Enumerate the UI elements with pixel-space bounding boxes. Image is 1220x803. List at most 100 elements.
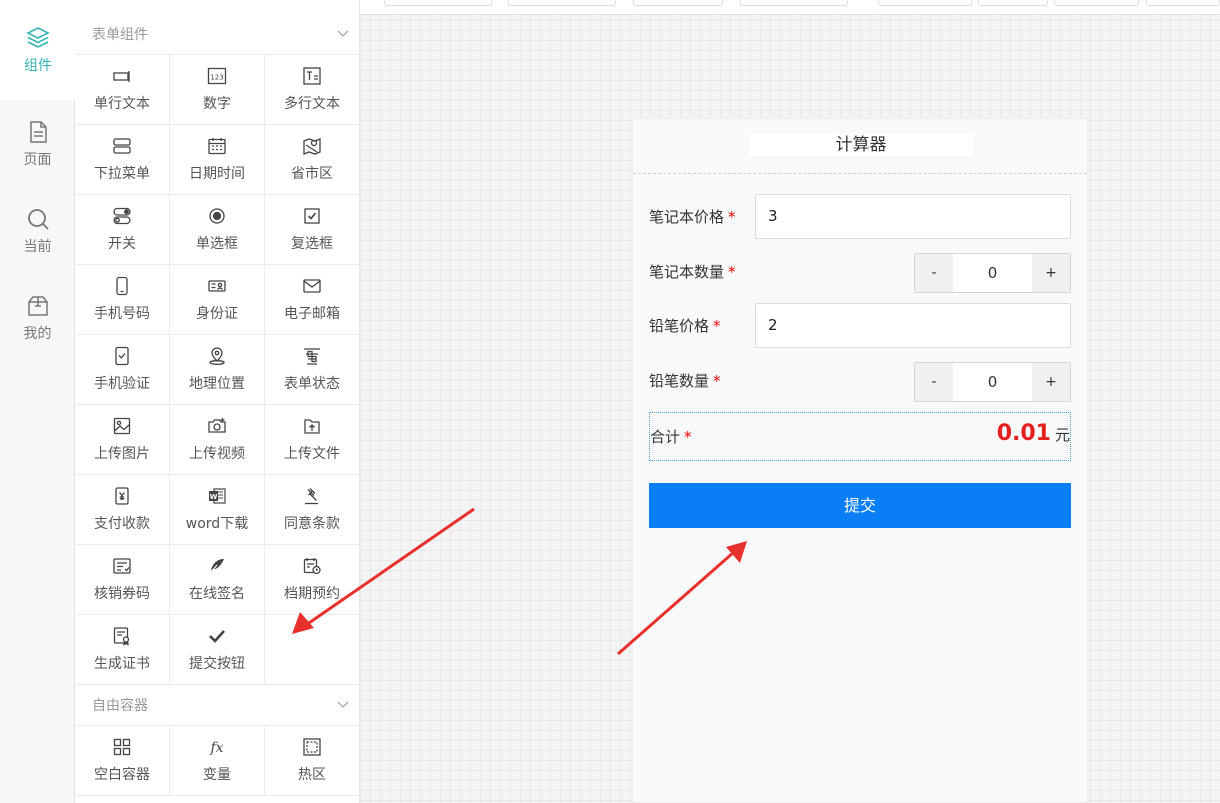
component-multi-line-text[interactable]: 多行文本 [265, 55, 359, 125]
component-image-upload[interactable]: 上传图片 [75, 405, 170, 475]
page-title[interactable]: 计算器 [749, 134, 973, 156]
component-location[interactable]: 地理位置 [170, 335, 265, 405]
plus-button[interactable]: + [1032, 363, 1070, 401]
coupon-icon [112, 556, 132, 576]
required-mark: * [713, 372, 721, 390]
component-coupon[interactable]: 核销券码 [75, 545, 170, 615]
camera-icon [207, 416, 227, 436]
component-label: 核销券码 [94, 586, 150, 602]
location-icon [207, 346, 227, 366]
component-schedule[interactable]: 档期预约 [265, 545, 359, 615]
component-mobile-verify[interactable]: 手机验证 [75, 335, 170, 405]
rail-item-components[interactable]: 组件 [0, 0, 76, 100]
mobile-icon [112, 276, 132, 296]
component-camera[interactable]: 上传视频 [170, 405, 265, 475]
component-number[interactable]: 123 数字 [170, 55, 265, 125]
component-calendar[interactable]: 日期时间 [170, 125, 265, 195]
total-field[interactable]: 合计 * 0.01 元 [649, 412, 1071, 461]
rail-item-current[interactable]: 当前 [0, 187, 75, 274]
pencil-qty-stepper[interactable]: - 0 + [914, 362, 1071, 402]
submit-button[interactable]: 提交 [649, 483, 1071, 528]
component-label: 在线签名 [189, 586, 245, 602]
component-gavel[interactable]: 同意条款 [265, 475, 359, 545]
toolbar-button[interactable] [508, 0, 616, 6]
component-email[interactable]: 电子邮箱 [265, 265, 359, 335]
component-payment[interactable]: 支付收款 [75, 475, 170, 545]
laptop-qty-stepper[interactable]: - 0 + [914, 253, 1071, 293]
required-mark: * [684, 428, 692, 446]
total-label-text: 合计 [650, 428, 681, 446]
single-line-text-icon [112, 66, 132, 86]
component-label: 支付收款 [94, 516, 150, 532]
component-panel: 表单组件 单行文本 123 数字 多行文本下拉菜单 日期时间 省市区开关 单选框 复选框手机号… [75, 0, 360, 803]
form-section-header[interactable]: 表单组件 [75, 17, 359, 51]
total-value: 0.01 [996, 421, 1051, 446]
top-toolbar [360, 0, 1220, 15]
pencil-price-label-text: 铅笔价格 [649, 317, 710, 335]
toolbar-button[interactable] [1054, 0, 1139, 6]
minus-button[interactable]: - [915, 254, 953, 292]
component-feather[interactable]: 在线签名 [170, 545, 265, 615]
laptop-qty-value[interactable]: 0 [953, 254, 1032, 292]
component-label: 开关 [108, 236, 136, 252]
id-card-icon [207, 276, 227, 296]
toolbar-button[interactable] [384, 0, 492, 6]
toolbar-button[interactable] [740, 0, 848, 6]
grid-icon [112, 737, 132, 757]
rail-item-page[interactable]: 页面 [0, 100, 75, 187]
component-checkbox[interactable]: 复选框 [265, 195, 359, 265]
component-switch[interactable]: 开关 [75, 195, 170, 265]
component-check[interactable]: 提交按钮 [170, 615, 265, 685]
component-label: 省市区 [291, 166, 333, 182]
component-single-line-text[interactable]: 单行文本 [75, 55, 170, 125]
component-dropdown[interactable]: 下拉菜单 [75, 125, 170, 195]
component-certificate[interactable]: 生成证书 [75, 615, 170, 685]
svg-text:W: W [210, 493, 218, 501]
component-label: 手机号码 [94, 306, 150, 322]
component-mobile[interactable]: 手机号码 [75, 265, 170, 335]
search-icon [27, 208, 49, 230]
laptop-qty-label: 笔记本数量 * [649, 261, 736, 282]
mobile-verify-icon [112, 346, 132, 366]
component-id-card[interactable]: 身份证 [170, 265, 265, 335]
component-label: word下载 [185, 516, 249, 532]
laptop-price-input[interactable]: 3 [755, 194, 1071, 239]
component-hotspot[interactable]: 热区 [265, 726, 359, 796]
toolbar-button[interactable] [978, 0, 1048, 6]
schedule-icon [302, 556, 322, 576]
component-label: 地理位置 [189, 376, 245, 392]
total-value-wrap: 0.01 元 [997, 421, 1070, 446]
toolbar-button[interactable] [633, 0, 723, 6]
toolbar-button[interactable] [878, 0, 972, 6]
component-label: 单行文本 [94, 96, 150, 112]
component-grid[interactable]: 空白容器 [75, 726, 170, 796]
rail-label-current: 当前 [23, 238, 52, 255]
component-label: 下拉菜单 [94, 166, 150, 182]
rail-item-mine[interactable]: 我的 [0, 274, 75, 361]
component-file-upload[interactable]: 上传文件 [265, 405, 359, 475]
minus-button[interactable]: - [915, 363, 953, 401]
email-icon [302, 276, 322, 296]
plus-button[interactable]: + [1032, 254, 1070, 292]
pencil-price-input[interactable]: 2 [755, 303, 1071, 348]
rail-label-page: 页面 [23, 151, 52, 168]
certificate-icon [112, 626, 132, 646]
pencil-qty-value[interactable]: 0 [953, 363, 1032, 401]
svg-text:123: 123 [210, 74, 223, 82]
empty-cell [265, 615, 359, 685]
layers-icon [26, 27, 50, 48]
file-upload-icon [302, 416, 322, 436]
container-section-header[interactable]: 自由容器 [75, 688, 359, 722]
toolbar-button[interactable] [1146, 0, 1220, 6]
form-section-title: 表单组件 [92, 27, 148, 43]
component-map-region[interactable]: 省市区 [265, 125, 359, 195]
component-radio[interactable]: 单选框 [170, 195, 265, 265]
map-region-icon [302, 136, 322, 156]
component-fx[interactable]: fx 变量 [170, 726, 265, 796]
image-upload-icon [112, 416, 132, 436]
component-word[interactable]: Wword下载 [170, 475, 265, 545]
component-form-status[interactable]: 表单状态 [265, 335, 359, 405]
component-label: 单选框 [196, 236, 238, 252]
form-status-icon [302, 346, 322, 366]
required-mark: * [728, 263, 736, 281]
